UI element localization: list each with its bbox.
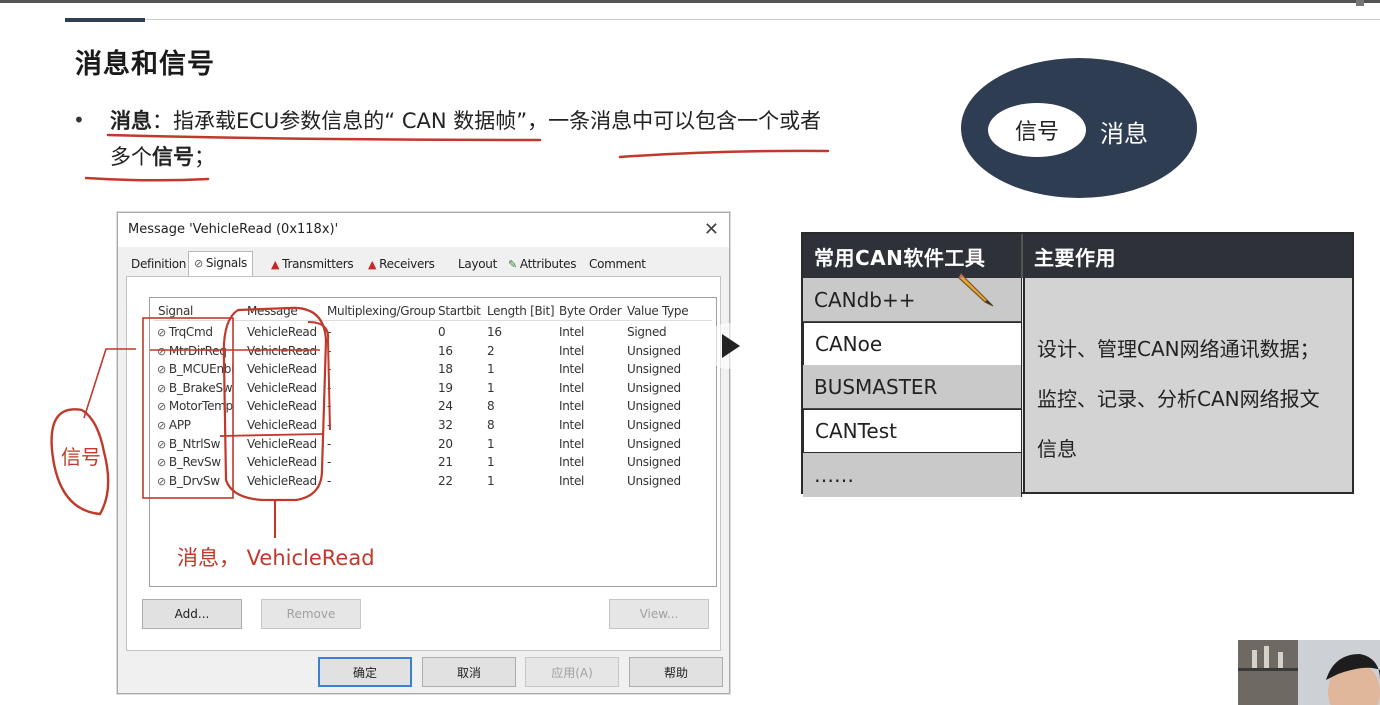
play-icon[interactable] [705,323,751,369]
role-header-label: 主要作用 [1034,245,1116,270]
signal-box-annotation [142,317,234,499]
tool-cell-more: …… [803,453,1022,497]
webcam-frame-image [1238,640,1380,705]
tool-name: BUSMASTER [814,374,938,399]
tool-name: CANoe [815,332,883,356]
row-mark-annotation [219,433,323,437]
tool-cell-canoe: CANoe [803,322,1022,366]
tool-cell-busmaster: BUSMASTER [803,365,1022,409]
tool-name: CANTest [815,419,897,443]
role-line: 信息 [1037,437,1077,461]
tool-name: CANdb++ [814,287,916,312]
message-outline-annotation [222,306,328,502]
signal-annotation-label: 信号 [61,445,101,469]
role-line: 监控、记录、分析CAN网络报文 [1037,387,1320,411]
signal-pointer-annotation [83,348,136,419]
tool-header-label: 常用CAN软件工具 [814,245,986,270]
pencil-icon [958,272,994,307]
role-header: 主要作用 [1023,234,1352,278]
role-description: 设计、管理CAN网络通讯数据； 监控、记录、分析CAN网络报文 信息 [1023,278,1352,492]
tool-cell-cantest: CANTest [803,409,1022,453]
webcam-preview [1238,640,1380,705]
tool-name: …… [814,463,854,487]
tool-table: 常用CAN软件工具 主要作用 CANdb++ CANoe BUSMASTER C… [801,232,1354,497]
message-annotation-label: 消息， VehicleRead [177,546,375,570]
role-line: 设计、管理CAN网络通讯数据； [1037,337,1320,361]
